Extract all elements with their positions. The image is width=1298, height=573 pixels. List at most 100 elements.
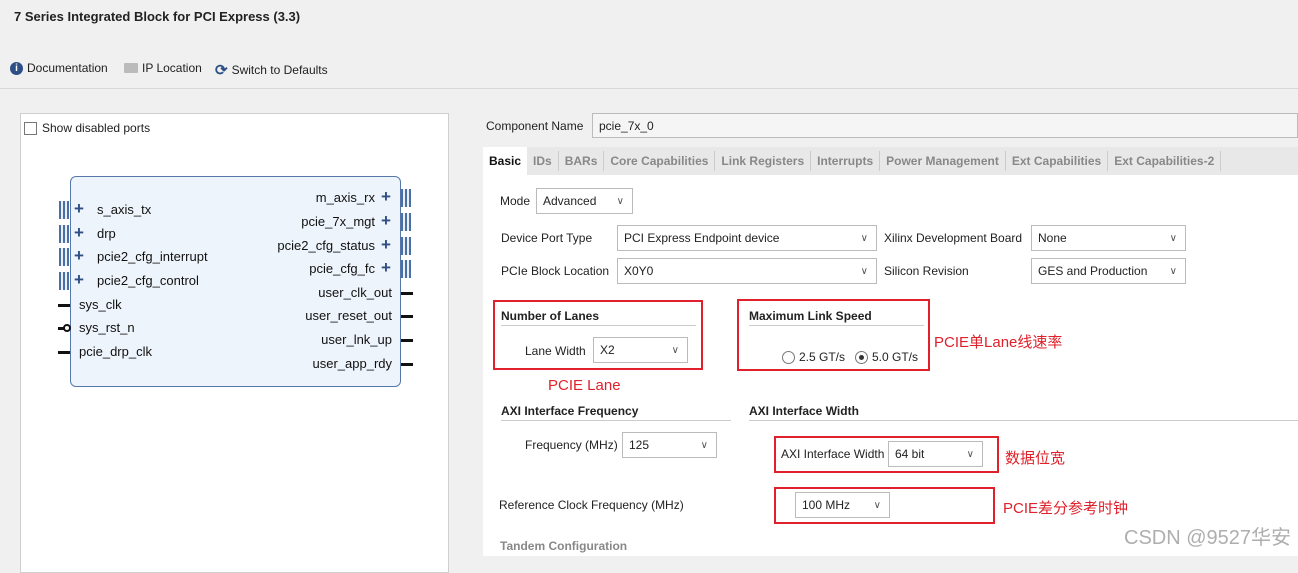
port-pcie2_cfg_interrupt[interactable]: pcie2_cfg_interrupt	[97, 249, 208, 264]
radio-icon	[782, 350, 795, 364]
silicon-revision-value: GES and Production	[1038, 264, 1148, 278]
inversion-bubble-icon	[63, 324, 71, 332]
lane-width-select[interactable]: X2 ∨	[593, 337, 688, 363]
port-user_clk_out[interactable]: user_clk_out	[318, 285, 392, 300]
tab-bar: Basic IDs BARs Core Capabilities Link Regist…	[483, 147, 1298, 175]
silicon-revision-label: Silicon Revision	[884, 264, 969, 278]
tandem-title: Tandem Configuration	[500, 539, 628, 553]
chevron-down-icon: ∨	[873, 499, 881, 511]
tab-interrupts[interactable]: Interrupts	[811, 151, 881, 171]
bus-interface-icon	[401, 213, 411, 231]
pin-icon	[401, 363, 413, 366]
bus-interface-icon	[401, 260, 411, 278]
speed-option-label: 2.5 GT/s	[799, 350, 846, 364]
chevron-down-icon: ∨	[1169, 232, 1177, 244]
tab-ext-capabilities[interactable]: Ext Capabilities	[1006, 151, 1109, 171]
port-user_app_rdy[interactable]: user_app_rdy	[313, 356, 393, 371]
tab-bars[interactable]: BARs	[559, 151, 605, 171]
pin-icon	[58, 304, 70, 307]
port-pcie2_cfg_control[interactable]: pcie2_cfg_control	[97, 273, 199, 288]
divider	[749, 420, 1298, 421]
folder-icon	[124, 63, 138, 73]
expand-plus-icon[interactable]: +	[74, 270, 84, 290]
dev-board-select[interactable]: None ∨	[1031, 225, 1186, 251]
axi-frequency-title: AXI Interface Frequency	[501, 404, 639, 418]
silicon-revision-select[interactable]: GES and Production ∨	[1031, 258, 1186, 284]
bus-interface-icon	[59, 248, 69, 266]
watermark: CSDN @9527华安	[1124, 527, 1292, 549]
mode-select[interactable]: Advanced ∨	[536, 188, 633, 214]
expand-plus-icon[interactable]: +	[381, 258, 391, 278]
block-location-label: PCIe Block Location	[501, 264, 610, 278]
port-user_lnk_up[interactable]: user_lnk_up	[321, 332, 392, 347]
checkbox-icon	[24, 121, 37, 135]
component-name-label: Component Name	[486, 119, 584, 133]
refresh-icon: ⟳	[215, 62, 228, 79]
lane-width-label: Lane Width	[525, 344, 586, 358]
frequency-select[interactable]: 125 ∨	[622, 432, 717, 458]
speed-radio-5-0[interactable]: 5.0 GT/s	[855, 350, 918, 364]
expand-plus-icon[interactable]: +	[74, 223, 84, 243]
port-sys_clk[interactable]: sys_clk	[79, 297, 122, 312]
port-pcie_cfg_fc[interactable]: pcie_cfg_fc	[309, 261, 375, 276]
bus-interface-icon	[401, 189, 411, 207]
switch-defaults-label: Switch to Defaults	[231, 63, 328, 77]
window-title: 7 Series Integrated Block for PCI Expres…	[14, 9, 301, 24]
chevron-down-icon: ∨	[966, 448, 974, 460]
pin-icon	[58, 351, 70, 354]
chevron-down-icon: ∨	[860, 232, 868, 244]
divider	[0, 88, 1298, 89]
tab-core-capabilities[interactable]: Core Capabilities	[604, 151, 716, 171]
chevron-down-icon: ∨	[616, 195, 624, 207]
component-name-input[interactable]: pcie_7x_0	[592, 113, 1298, 138]
port-pcie2_cfg_status[interactable]: pcie2_cfg_status	[277, 238, 375, 253]
expand-plus-icon[interactable]: +	[74, 246, 84, 266]
port-pcie_7x_mgt[interactable]: pcie_7x_mgt	[301, 214, 375, 229]
chevron-down-icon: ∨	[1169, 265, 1177, 277]
radio-selected-icon	[855, 350, 868, 364]
annotation-refclk: PCIE差分参考时钟	[1003, 500, 1129, 517]
lanes-group-title: Number of Lanes	[501, 309, 600, 323]
expand-plus-icon[interactable]: +	[74, 199, 84, 219]
port-m_axis_rx[interactable]: m_axis_rx	[316, 190, 375, 205]
axi-width-select[interactable]: 64 bit ∨	[888, 441, 983, 467]
pin-icon	[401, 339, 413, 342]
port-s_axis_tx[interactable]: s_axis_tx	[97, 202, 151, 217]
ref-clk-select[interactable]: 100 MHz ∨	[795, 492, 890, 518]
ip-location-button[interactable]: IP Location	[124, 61, 202, 75]
switch-defaults-button[interactable]: ⟳ Switch to Defaults	[215, 61, 328, 79]
port-pcie_drp_clk[interactable]: pcie_drp_clk	[79, 344, 152, 359]
port-drp[interactable]: drp	[97, 226, 116, 241]
tab-basic[interactable]: Basic	[483, 147, 528, 175]
device-port-type-select[interactable]: PCI Express Endpoint device ∨	[617, 225, 877, 251]
annotation-lane: PCIE Lane	[548, 377, 621, 394]
chevron-down-icon: ∨	[671, 344, 679, 356]
info-icon: i	[10, 61, 23, 75]
annotation-speed: PCIE单Lane线速率	[934, 334, 1063, 351]
axi-width-title: AXI Interface Width	[749, 404, 859, 418]
speed-radio-2-5[interactable]: 2.5 GT/s	[782, 350, 845, 364]
pin-icon	[401, 292, 413, 295]
block-location-select[interactable]: X0Y0 ∨	[617, 258, 877, 284]
documentation-label: Documentation	[27, 61, 108, 75]
expand-plus-icon[interactable]: +	[381, 211, 391, 231]
axi-width-label: AXI Interface Width	[781, 447, 885, 461]
tab-ext-capabilities-2[interactable]: Ext Capabilities-2	[1108, 151, 1222, 171]
ref-clk-value: 100 MHz	[802, 498, 851, 512]
documentation-button[interactable]: i Documentation	[10, 61, 108, 75]
port-user_reset_out[interactable]: user_reset_out	[305, 308, 392, 323]
expand-plus-icon[interactable]: +	[381, 235, 391, 255]
tab-link-registers[interactable]: Link Registers	[715, 151, 812, 171]
chevron-down-icon: ∨	[700, 439, 708, 451]
show-disabled-ports-checkbox[interactable]: Show disabled ports	[24, 121, 150, 135]
frequency-value: 125	[629, 438, 650, 452]
device-port-type-value: PCI Express Endpoint device	[624, 231, 780, 245]
expand-plus-icon[interactable]: +	[381, 187, 391, 207]
component-name-value: pcie_7x_0	[599, 118, 654, 133]
tab-power-management[interactable]: Power Management	[880, 151, 1006, 171]
tab-ids[interactable]: IDs	[527, 151, 559, 171]
annotation-width: 数据位宽	[1005, 450, 1066, 467]
port-sys_rst_n[interactable]: sys_rst_n	[79, 320, 135, 335]
divider	[501, 325, 696, 326]
speed-group-title: Maximum Link Speed	[749, 309, 872, 323]
